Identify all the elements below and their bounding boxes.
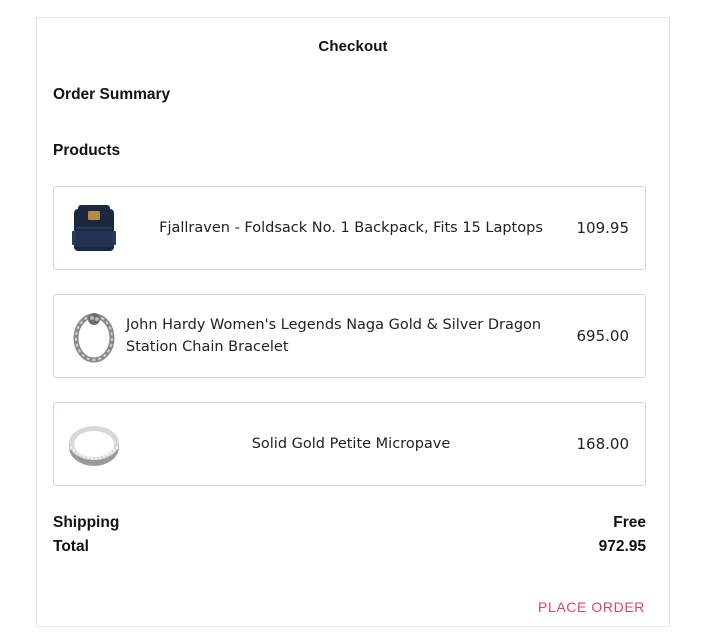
place-order-button[interactable]: PLACE ORDER bbox=[538, 599, 645, 615]
order-summary-heading: Order Summary bbox=[53, 86, 171, 103]
shipping-label: Shipping bbox=[53, 514, 120, 531]
product-name: John Hardy Women's Legends Naga Gold & S… bbox=[126, 317, 542, 355]
product-price: 168.00 bbox=[576, 435, 630, 453]
product-name: Fjallraven - Foldsack No. 1 Backpack, Fi… bbox=[159, 220, 543, 236]
product-price: 109.95 bbox=[576, 219, 630, 237]
products-heading: Products bbox=[53, 142, 121, 159]
shipping-row: Shipping Free bbox=[53, 514, 646, 532]
total-value: 972.95 bbox=[598, 538, 646, 555]
checkout-card: Checkout Order Summary Products Fjallrav… bbox=[36, 17, 670, 627]
bracelet-image bbox=[66, 309, 122, 365]
page-title: Checkout bbox=[318, 38, 388, 55]
total-row: Total 972.95 bbox=[53, 538, 646, 556]
product-item: Fjallraven - Foldsack No. 1 Backpack, Fi… bbox=[53, 186, 646, 270]
product-name: Solid Gold Petite Micropave bbox=[251, 436, 451, 452]
product-item: John Hardy Women's Legends Naga Gold & S… bbox=[53, 294, 646, 378]
product-price: 695.00 bbox=[576, 327, 630, 345]
total-label: Total bbox=[53, 538, 89, 555]
backpack-image bbox=[66, 201, 122, 257]
ring-image bbox=[66, 417, 122, 473]
shipping-value: Free bbox=[613, 514, 646, 531]
product-item: Solid Gold Petite Micropave 168.00 bbox=[53, 402, 646, 486]
